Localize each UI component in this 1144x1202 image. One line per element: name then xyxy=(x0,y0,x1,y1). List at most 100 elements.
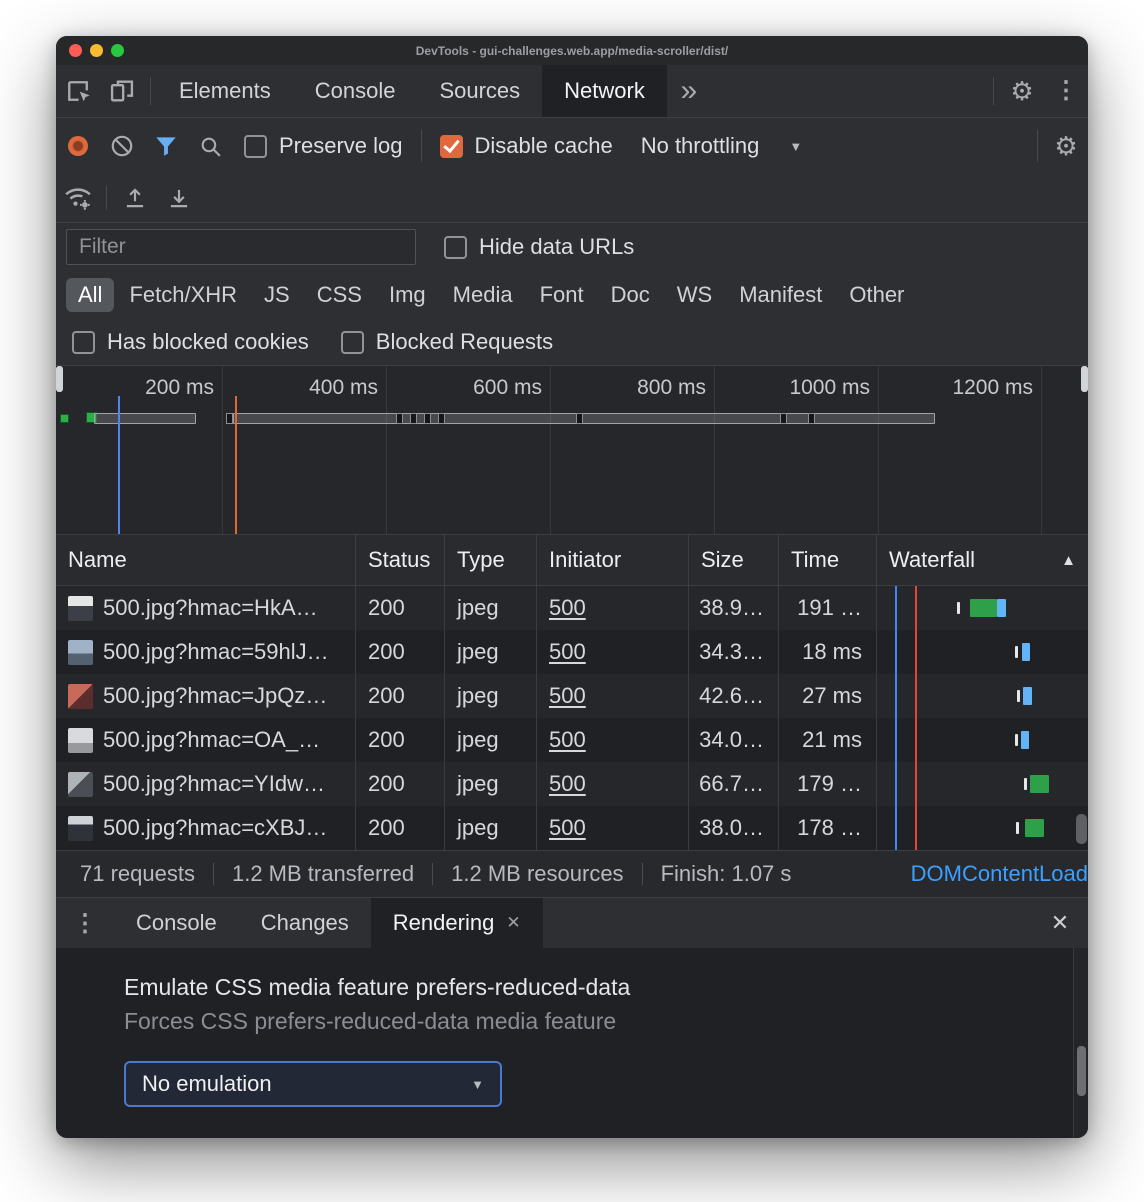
filter-chip-media[interactable]: Media xyxy=(441,278,525,312)
has-blocked-cookies-checkbox[interactable] xyxy=(72,331,95,354)
tab-sources[interactable]: Sources xyxy=(417,65,542,117)
column-header-time[interactable]: Time xyxy=(779,535,877,585)
table-row[interactable]: 500.jpg?hmac=OA_… 200 jpeg 500 34.0… 21 … xyxy=(56,718,1088,762)
blocked-requests-checkbox[interactable] xyxy=(341,331,364,354)
rendering-setting-title: Emulate CSS media feature prefers-reduce… xyxy=(124,974,1088,1001)
device-toolbar-button[interactable] xyxy=(100,65,144,117)
search-button[interactable] xyxy=(188,118,232,174)
filter-chip-other[interactable]: Other xyxy=(837,278,916,312)
clear-network-log-button[interactable] xyxy=(100,118,144,174)
preserve-log-checkbox[interactable] xyxy=(244,135,267,158)
main-menu-dots-icon[interactable]: ⋮ xyxy=(1044,65,1088,117)
initiator-cell: 500 xyxy=(537,586,689,630)
divider xyxy=(1037,130,1038,162)
table-row[interactable]: 500.jpg?hmac=cXBJ… 200 jpeg 500 38.0… 17… xyxy=(56,806,1088,850)
table-row[interactable]: 500.jpg?hmac=YIdw… 200 jpeg 500 66.7… 17… xyxy=(56,762,1088,806)
waterfall-bar xyxy=(1025,819,1044,837)
column-header-initiator[interactable]: Initiator xyxy=(537,535,689,585)
throttling-select[interactable]: No throttling ▼ xyxy=(641,133,803,159)
filter-chip-manifest[interactable]: Manifest xyxy=(727,278,834,312)
close-drawer-icon[interactable]: ✕ xyxy=(1032,898,1088,948)
filter-chip-all[interactable]: All xyxy=(66,278,114,312)
waterfall-cell xyxy=(877,674,1088,718)
time-cell: 179 … xyxy=(779,762,877,806)
name-cell: 500.jpg?hmac=JpQz… xyxy=(56,674,356,718)
overview-right-handle[interactable] xyxy=(1081,366,1088,392)
tab-console[interactable]: Console xyxy=(293,65,418,117)
table-row[interactable]: 500.jpg?hmac=59hlJ… 200 jpeg 500 34.3… 1… xyxy=(56,630,1088,674)
hide-data-urls-checkbox[interactable] xyxy=(444,236,467,259)
filter-chip-ws[interactable]: WS xyxy=(665,278,724,312)
table-scrollbar-thumb[interactable] xyxy=(1076,814,1087,844)
network-settings-gear-icon[interactable]: ⚙ xyxy=(1044,118,1088,174)
table-row[interactable]: 500.jpg?hmac=JpQz… 200 jpeg 500 42.6… 27… xyxy=(56,674,1088,718)
network-overview-timeline[interactable]: 200 ms 400 ms 600 ms 800 ms 1000 ms 1200… xyxy=(56,366,1088,535)
filter-chip-font[interactable]: Font xyxy=(528,278,596,312)
minimize-window-button[interactable] xyxy=(90,44,103,57)
emulation-select[interactable]: No emulation ▼ xyxy=(124,1061,502,1107)
initiator-cell: 500 xyxy=(537,630,689,674)
close-tab-icon[interactable]: ✕ xyxy=(506,913,520,933)
inspect-element-button[interactable] xyxy=(56,65,100,117)
column-header-name[interactable]: Name xyxy=(56,535,356,585)
filter-chip-css[interactable]: CSS xyxy=(305,278,374,312)
main-tabbar: Elements Console Sources Network » ⚙ ⋮ xyxy=(56,65,1088,118)
record-network-log-button[interactable] xyxy=(56,118,100,174)
disable-cache-checkbox[interactable] xyxy=(440,135,463,158)
waterfall-cell xyxy=(877,806,1088,850)
transferred-size: 1.2 MB transferred xyxy=(232,861,414,887)
filter-chip-js[interactable]: JS xyxy=(252,278,302,312)
more-tabs-icon[interactable]: » xyxy=(667,65,711,117)
overview-left-handle[interactable] xyxy=(56,366,63,392)
status-cell: 200 xyxy=(356,630,445,674)
initiator-link[interactable]: 500 xyxy=(549,595,586,621)
table-row[interactable]: 500.jpg?hmac=HkA… 200 jpeg 500 38.9… 191… xyxy=(56,586,1088,630)
drawer-tab-changes[interactable]: Changes xyxy=(239,898,371,948)
column-header-size[interactable]: Size xyxy=(689,535,779,585)
emulation-select-value: No emulation xyxy=(142,1071,272,1097)
type-cell: jpeg xyxy=(445,718,537,762)
desktop-background: DevTools - gui-challenges.web.app/media-… xyxy=(0,0,1144,1198)
filter-input[interactable] xyxy=(66,229,416,265)
network-conditions-button[interactable] xyxy=(56,174,100,222)
tab-elements[interactable]: Elements xyxy=(157,65,293,117)
initiator-link[interactable]: 500 xyxy=(549,683,586,709)
export-har-button[interactable] xyxy=(157,174,201,222)
tabbar-spacer xyxy=(711,65,987,117)
funnel-icon xyxy=(153,133,179,159)
settings-gear-icon[interactable]: ⚙ xyxy=(1000,65,1044,117)
column-header-waterfall[interactable]: Waterfall ▲ xyxy=(877,535,1088,585)
zoom-window-button[interactable] xyxy=(111,44,124,57)
initiator-link[interactable]: 500 xyxy=(549,727,586,753)
waterfall-bar xyxy=(1021,731,1029,749)
drawer-scrollbar-track[interactable] xyxy=(1073,948,1088,1138)
initiator-link[interactable]: 500 xyxy=(549,771,586,797)
preserve-log-label: Preserve log xyxy=(279,133,403,159)
waterfall-cell xyxy=(877,762,1088,806)
requests-count: 71 requests xyxy=(80,861,195,887)
time-cell: 178 … xyxy=(779,806,877,850)
finish-time: Finish: 1.07 s xyxy=(661,861,792,887)
filter-chip-img[interactable]: Img xyxy=(377,278,438,312)
drawer-tab-rendering[interactable]: Rendering ✕ xyxy=(371,898,543,948)
column-header-type[interactable]: Type xyxy=(445,535,537,585)
gridline xyxy=(1041,366,1042,534)
timeline-tick-label: 1000 ms xyxy=(760,376,870,400)
tab-network[interactable]: Network xyxy=(542,65,667,117)
initiator-link[interactable]: 500 xyxy=(549,639,586,665)
initiator-link[interactable]: 500 xyxy=(549,815,586,841)
drawer-menu-dots-icon[interactable]: ⋮ xyxy=(56,898,114,948)
drawer-scrollbar-thumb[interactable] xyxy=(1077,1046,1086,1096)
initiator-cell: 500 xyxy=(537,806,689,850)
close-window-button[interactable] xyxy=(69,44,82,57)
filter-chip-doc[interactable]: Doc xyxy=(599,278,662,312)
drawer-tab-console[interactable]: Console xyxy=(114,898,239,948)
filter-chip-fetch-xhr[interactable]: Fetch/XHR xyxy=(117,278,249,312)
filter-toggle-button[interactable] xyxy=(144,118,188,174)
gridline xyxy=(222,366,223,534)
import-har-button[interactable] xyxy=(113,174,157,222)
name-cell: 500.jpg?hmac=59hlJ… xyxy=(56,630,356,674)
column-header-status[interactable]: Status xyxy=(356,535,445,585)
overview-tick xyxy=(424,413,431,424)
dcl-line xyxy=(895,718,897,762)
